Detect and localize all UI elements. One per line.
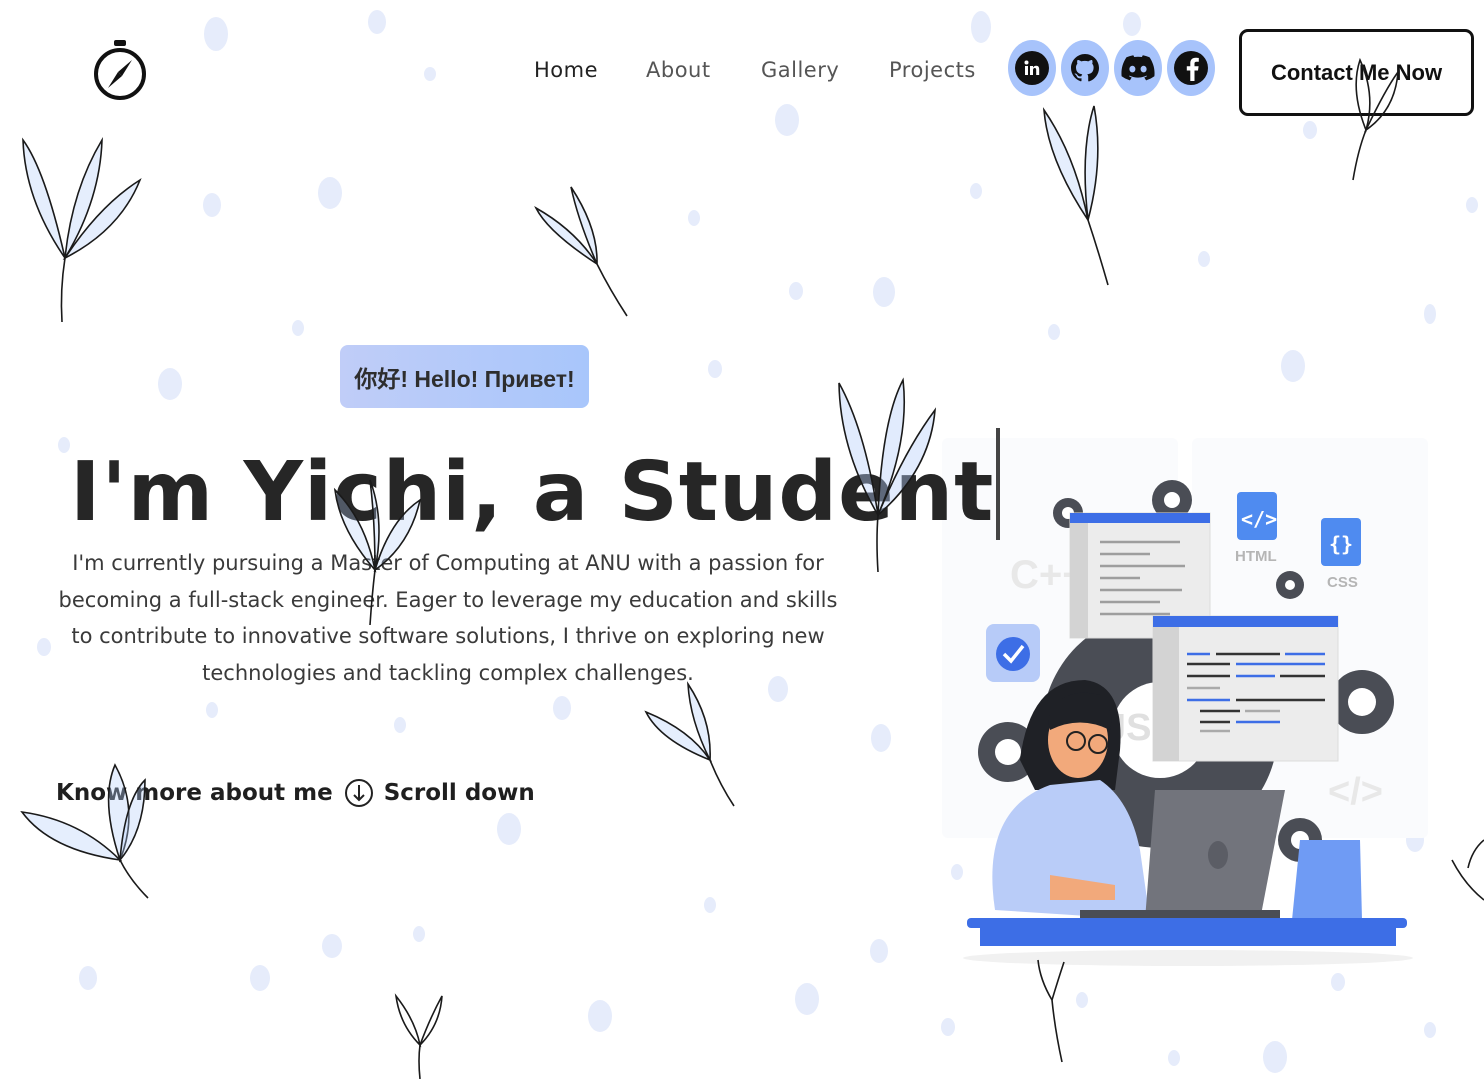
social-links — [1008, 40, 1215, 96]
linkedin-icon — [1024, 60, 1040, 75]
leaf-sprig — [22, 136, 142, 323]
discord-icon — [1121, 55, 1155, 81]
typing-cursor — [996, 428, 1001, 540]
facebook-icon — [1186, 57, 1199, 81]
nav-link-gallery[interactable]: Gallery — [761, 58, 839, 82]
nav-link-home[interactable]: Home — [534, 58, 598, 82]
svg-text:</>: </> — [1241, 507, 1277, 531]
nav-link-projects[interactable]: Projects — [889, 58, 976, 82]
svg-text:{}: {} — [1329, 532, 1353, 556]
github-icon — [1071, 54, 1099, 82]
greeting-badge: 你好! Hello! Привет! — [340, 345, 589, 408]
discord-button[interactable] — [1114, 40, 1162, 96]
github-button[interactable] — [1061, 40, 1109, 96]
facebook-button[interactable] — [1167, 40, 1215, 96]
compass-icon[interactable] — [92, 38, 148, 108]
linkedin-button[interactable] — [1008, 40, 1056, 96]
svg-text:</>: </> — [1328, 771, 1383, 813]
hero-cta-row: Know more about me Scroll down — [56, 776, 535, 810]
scroll-down-link[interactable]: Scroll down — [384, 780, 535, 806]
nav-link-about[interactable]: About — [646, 58, 711, 82]
arrow-down-circle-icon[interactable] — [344, 776, 374, 810]
know-more-link[interactable]: Know more about me — [56, 780, 333, 806]
hero-title: I'm Yichi, a Student — [70, 428, 1001, 540]
svg-text:HTML: HTML — [1235, 548, 1277, 565]
svg-text:CSS: CSS — [1327, 574, 1358, 591]
hero-title-text: I'm Yichi, a Student — [70, 445, 995, 540]
contact-me-button[interactable]: Contact Me Now — [1239, 29, 1474, 116]
hero-description: I'm currently pursuing a Master of Compu… — [58, 551, 838, 685]
